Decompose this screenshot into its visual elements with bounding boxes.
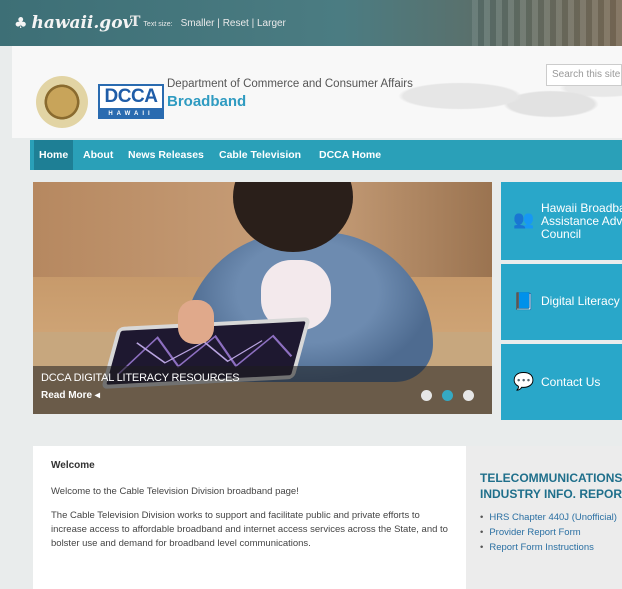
site-header: DCCA HAWAII Department of Commerce and C… [12, 46, 622, 138]
dcca-logo-sub: HAWAII [98, 110, 164, 119]
nav-dcca-home[interactable]: DCCA Home [314, 140, 386, 170]
carousel-dots [421, 390, 481, 402]
slide-caption: DCCA DIGITAL LITERACY RESOURCES [41, 372, 240, 384]
text-size-icon: T [130, 14, 141, 30]
text-larger-link[interactable]: Larger [257, 18, 286, 29]
welcome-heading: Welcome [51, 460, 95, 471]
nav-news-releases[interactable]: News Releases [123, 140, 209, 170]
state-seal-logo[interactable] [36, 76, 88, 128]
hero-carousel[interactable]: DCCA DIGITAL LITERACY RESOURCES Read Mor… [33, 182, 492, 414]
welcome-description: The Cable Television Division works to s… [51, 510, 448, 549]
tile-contact-us[interactable]: 💬 Contact Us [501, 344, 622, 420]
telecom-heading-line2: INDUSTRY INFO. REPORT [480, 487, 622, 501]
telecom-panel: TELECOMMUNICATIONS INDUSTRY INFO. REPORT… [466, 446, 622, 589]
nav-about[interactable]: About [78, 140, 118, 170]
link-report-form-instructions[interactable]: Report Form Instructions [480, 540, 622, 555]
welcome-panel: Welcome Welcome to the Cable Television … [33, 446, 466, 589]
nav-home[interactable]: Home [34, 140, 74, 170]
hawaii-gov-mark-icon: ♣ [14, 14, 28, 32]
search-input[interactable]: Search this site [546, 64, 622, 86]
main-nav: Home About News Releases Cable Televisio… [30, 140, 622, 170]
link-hrs-chapter[interactable]: HRS Chapter 440J (Unofficial) [480, 510, 622, 525]
text-reset-link[interactable]: Reset [223, 18, 249, 29]
read-more-link[interactable]: Read More ◂ [41, 390, 100, 401]
site-title[interactable]: Broadband [167, 93, 246, 110]
carousel-dot-1[interactable] [421, 390, 432, 401]
gov-bar: ♣ hawaii.gov T Text size: Smaller | Reset |… [0, 0, 622, 46]
people-icon: 👥 [513, 210, 535, 229]
tile-broadband-council[interactable]: 👥 Hawaii Broadband Assistance Advisory C… [501, 182, 622, 260]
header-photo [472, 0, 622, 46]
tile-digital-literacy[interactable]: 📘 Digital Literacy [501, 264, 622, 340]
department-name: Department of Commerce and Consumer Affa… [167, 78, 413, 90]
text-smaller-link[interactable]: Smaller [181, 18, 215, 29]
carousel-dot-2[interactable] [442, 390, 453, 401]
dcca-logo[interactable]: DCCA [98, 84, 164, 110]
chat-icon: 💬 [513, 372, 535, 391]
hawaii-gov-logo[interactable]: ♣ hawaii.gov [14, 13, 132, 33]
book-icon: 📘 [513, 292, 535, 311]
telecom-heading-line1: TELECOMMUNICATIONS [480, 471, 622, 485]
text-size-controls: T Text size: Smaller | Reset | Larger [130, 14, 286, 30]
telecom-links: HRS Chapter 440J (Unofficial) Provider R… [480, 510, 622, 555]
link-provider-report-form[interactable]: Provider Report Form [480, 525, 622, 540]
carousel-dot-3[interactable] [463, 390, 474, 401]
welcome-intro: Welcome to the Cable Television Division… [51, 486, 299, 497]
nav-cable-television[interactable]: Cable Television [214, 140, 306, 170]
